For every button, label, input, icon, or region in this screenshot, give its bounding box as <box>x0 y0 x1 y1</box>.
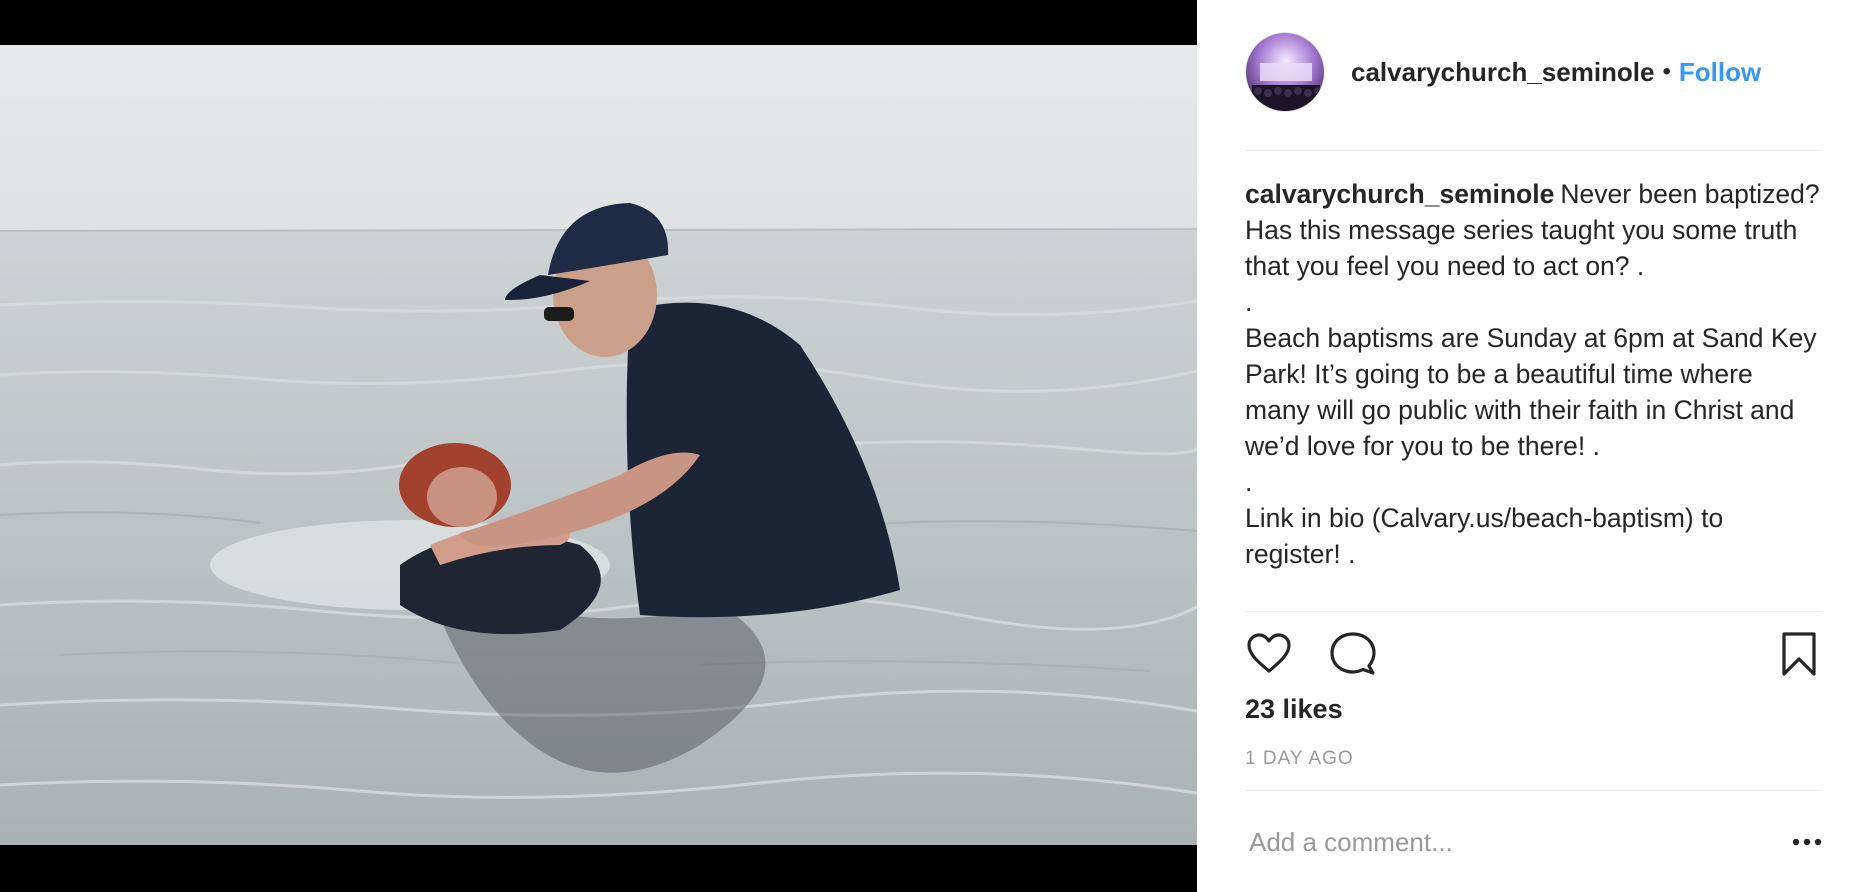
post-details-panel: calvarychurch_seminole • Follow calvaryc… <box>1197 0 1864 892</box>
post-timestamp[interactable]: 1 DAY AGO <box>1245 748 1354 770</box>
comment-button[interactable] <box>1329 630 1377 678</box>
save-button[interactable] <box>1775 630 1823 678</box>
caption-line: calvarychurch_seminole Never been baptize… <box>1245 176 1823 284</box>
header-divider <box>1245 150 1822 151</box>
comment-divider <box>1245 790 1822 791</box>
avatar[interactable] <box>1245 32 1325 112</box>
like-button[interactable] <box>1245 630 1293 678</box>
post-actions-bar <box>1245 630 1823 678</box>
header-text: calvarychurch_seminole • Follow <box>1351 57 1761 88</box>
post-header: calvarychurch_seminole • Follow <box>1245 32 1823 112</box>
caption-divider <box>1245 611 1822 612</box>
caption-line: Link in bio (Calvary.us/beach-baptism) t… <box>1245 503 1724 569</box>
like-count[interactable]: 23 likes <box>1245 694 1343 725</box>
caption-line: . <box>1245 467 1253 497</box>
post-media-panel <box>0 0 1197 892</box>
instagram-post-view: calvarychurch_seminole • Follow calvaryc… <box>0 0 1864 892</box>
more-options-icon <box>1792 838 1822 846</box>
comment-input[interactable] <box>1245 826 1787 858</box>
caption-line: . <box>1245 287 1253 317</box>
separator-dot: • <box>1662 58 1671 85</box>
caption-username[interactable]: calvarychurch_seminole <box>1245 179 1554 209</box>
post-author-username[interactable]: calvarychurch_seminole <box>1351 57 1655 88</box>
post-caption: calvarychurch_seminole Never been baptize… <box>1245 176 1823 572</box>
follow-button[interactable]: Follow <box>1679 57 1761 88</box>
more-options-button[interactable] <box>1787 822 1827 862</box>
heart-icon <box>1247 633 1291 673</box>
post-photo[interactable] <box>0 45 1197 845</box>
comment-bubble-icon <box>1330 632 1376 675</box>
profile-image <box>1246 33 1324 111</box>
comment-bar <box>1245 818 1823 866</box>
caption-line: Beach baptisms are Sunday at 6pm at Sand… <box>1245 323 1817 461</box>
bookmark-icon <box>1782 632 1816 676</box>
